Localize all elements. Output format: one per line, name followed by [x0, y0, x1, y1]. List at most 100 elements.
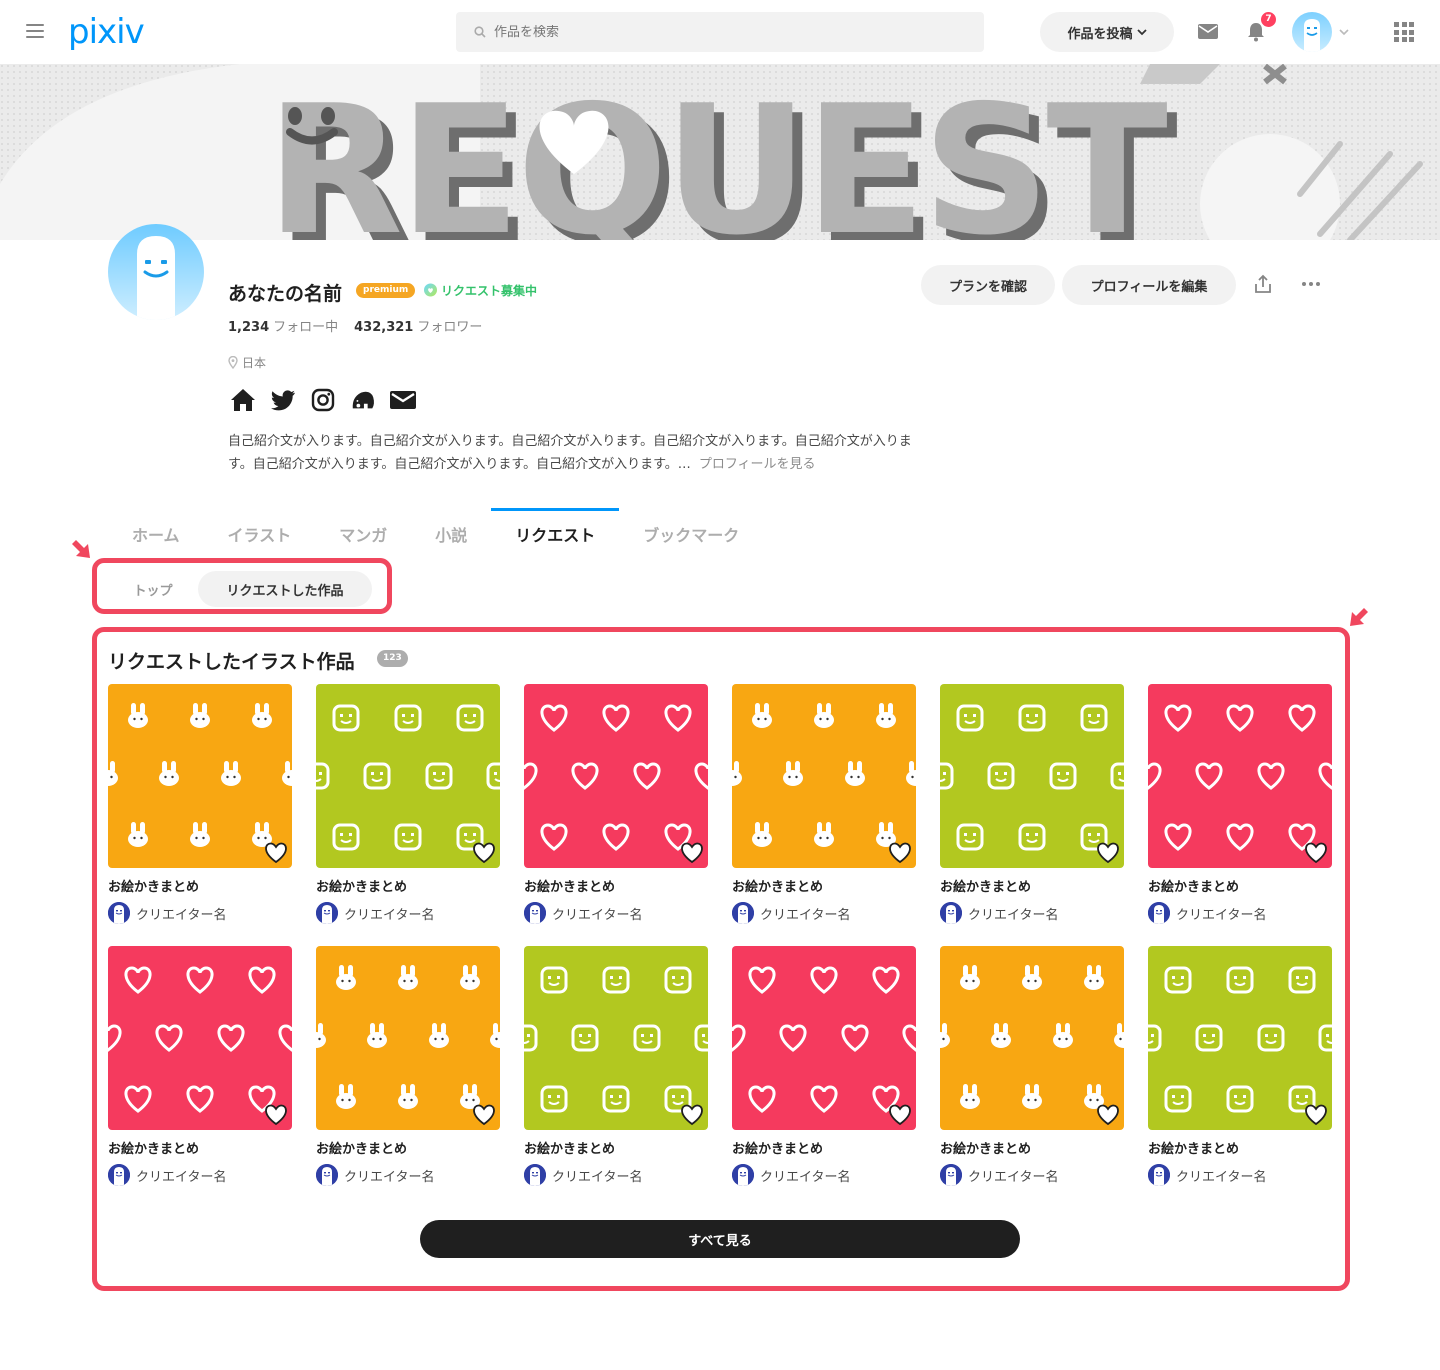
tab-request[interactable]: リクエスト: [491, 508, 620, 558]
twitter-icon[interactable]: [270, 387, 296, 413]
request-status-label: リクエスト募集中: [441, 284, 538, 298]
work-card[interactable]: お絵かきまとめ クリエイター名: [524, 684, 708, 924]
heart-like-icon[interactable]: [680, 1104, 704, 1126]
location: 日本: [228, 354, 266, 371]
see-all-button[interactable]: すべて見る: [420, 1220, 1020, 1258]
work-thumbnail[interactable]: [524, 946, 708, 1130]
heart-like-icon[interactable]: [1304, 842, 1328, 864]
creator-link[interactable]: クリエイター名: [732, 1164, 916, 1186]
work-title[interactable]: お絵かきまとめ: [940, 1138, 1124, 1157]
menu-icon[interactable]: [26, 24, 44, 40]
creator-link[interactable]: クリエイター名: [940, 902, 1124, 924]
top-header: pixiv 作品を投稿 7: [0, 0, 1440, 64]
creator-link[interactable]: クリエイター名: [524, 902, 708, 924]
subtab-requested-works[interactable]: リクエストした作品: [198, 571, 372, 607]
request-status[interactable]: リクエスト募集中: [423, 282, 537, 299]
work-thumbnail[interactable]: [524, 684, 708, 868]
work-title[interactable]: お絵かきまとめ: [108, 876, 292, 895]
work-card[interactable]: お絵かきまとめ クリエイター名: [940, 684, 1124, 924]
more-options-icon[interactable]: [1302, 282, 1320, 286]
work-title[interactable]: お絵かきまとめ: [524, 1138, 708, 1157]
creator-name: クリエイター名: [968, 907, 1059, 923]
work-card[interactable]: お絵かきまとめ クリエイター名: [732, 946, 916, 1186]
followers-link[interactable]: 432,321 フォロワー: [354, 316, 482, 335]
work-thumbnail[interactable]: [940, 684, 1124, 868]
heart-like-icon[interactable]: [472, 842, 496, 864]
followers-label: フォロワー: [417, 320, 483, 335]
work-thumbnail[interactable]: [108, 684, 292, 868]
work-card[interactable]: お絵かきまとめ クリエイター名: [1148, 684, 1332, 924]
work-thumbnail[interactable]: [1148, 684, 1332, 868]
apps-icon[interactable]: [1394, 22, 1414, 42]
work-title[interactable]: お絵かきまとめ: [1148, 876, 1332, 895]
tab-home[interactable]: ホーム: [108, 508, 204, 558]
profile-avatar[interactable]: [108, 224, 204, 320]
work-title[interactable]: お絵かきまとめ: [732, 1138, 916, 1157]
work-thumbnail[interactable]: [316, 684, 500, 868]
work-card[interactable]: お絵かきまとめ クリエイター名: [316, 946, 500, 1186]
work-card[interactable]: お絵かきまとめ クリエイター名: [1148, 946, 1332, 1186]
creator-link[interactable]: クリエイター名: [1148, 902, 1332, 924]
tab-bookmark[interactable]: ブックマーク: [619, 508, 763, 558]
creator-link[interactable]: クリエイター名: [940, 1164, 1124, 1186]
work-card[interactable]: お絵かきまとめ クリエイター名: [524, 946, 708, 1186]
mail-icon[interactable]: [390, 387, 416, 413]
work-thumbnail[interactable]: [316, 946, 500, 1130]
creator-link[interactable]: クリエイター名: [524, 1164, 708, 1186]
chevron-down-icon[interactable]: [1339, 29, 1349, 36]
work-thumbnail[interactable]: [732, 684, 916, 868]
mastodon-icon[interactable]: [350, 387, 376, 413]
heart-like-icon[interactable]: [264, 1104, 288, 1126]
creator-link[interactable]: クリエイター名: [316, 1164, 500, 1186]
work-title[interactable]: お絵かきまとめ: [1148, 1138, 1332, 1157]
tab-illust[interactable]: イラスト: [204, 508, 316, 558]
work-thumbnail[interactable]: [108, 946, 292, 1130]
work-card[interactable]: お絵かきまとめ クリエイター名: [940, 946, 1124, 1186]
work-title[interactable]: お絵かきまとめ: [524, 876, 708, 895]
creator-link[interactable]: クリエイター名: [316, 902, 500, 924]
work-title[interactable]: お絵かきまとめ: [316, 876, 500, 895]
user-avatar[interactable]: [1292, 12, 1332, 52]
creator-name: クリエイター名: [1176, 907, 1267, 923]
post-work-button[interactable]: 作品を投稿: [1040, 12, 1174, 52]
search-box[interactable]: [456, 12, 984, 52]
instagram-icon[interactable]: [310, 387, 336, 413]
heart-like-icon[interactable]: [1304, 1104, 1328, 1126]
work-card[interactable]: お絵かきまとめ クリエイター名: [108, 946, 292, 1186]
edit-profile-button[interactable]: プロフィールを編集: [1062, 265, 1236, 305]
work-card[interactable]: お絵かきまとめ クリエイター名: [732, 684, 916, 924]
heart-like-icon[interactable]: [264, 842, 288, 864]
tab-manga[interactable]: マンガ: [315, 508, 411, 558]
bell-icon[interactable]: [1247, 22, 1265, 42]
creator-link[interactable]: クリエイター名: [108, 902, 292, 924]
creator-link[interactable]: クリエイター名: [1148, 1164, 1332, 1186]
creator-link[interactable]: クリエイター名: [732, 902, 916, 924]
heart-like-icon[interactable]: [1096, 842, 1120, 864]
work-title[interactable]: お絵かきまとめ: [940, 876, 1124, 895]
share-icon[interactable]: [1254, 274, 1272, 294]
bio-more-link[interactable]: プロフィールを見る: [699, 457, 816, 472]
heart-like-icon[interactable]: [1096, 1104, 1120, 1126]
heart-like-icon[interactable]: [472, 1104, 496, 1126]
creator-avatar: [316, 902, 338, 924]
creator-link[interactable]: クリエイター名: [108, 1164, 292, 1186]
heart-like-icon[interactable]: [888, 1104, 912, 1126]
work-card[interactable]: お絵かきまとめ クリエイター名: [316, 684, 500, 924]
work-title[interactable]: お絵かきまとめ: [108, 1138, 292, 1157]
heart-like-icon[interactable]: [680, 842, 704, 864]
plan-button[interactable]: プランを確認: [921, 265, 1055, 305]
work-card[interactable]: お絵かきまとめ クリエイター名: [108, 684, 292, 924]
work-thumbnail[interactable]: [1148, 946, 1332, 1130]
heart-like-icon[interactable]: [888, 842, 912, 864]
following-link[interactable]: 1,234 フォロー中: [228, 316, 338, 335]
home-icon[interactable]: [230, 387, 256, 413]
work-title[interactable]: お絵かきまとめ: [732, 876, 916, 895]
subtab-top[interactable]: トップ: [108, 571, 198, 607]
work-thumbnail[interactable]: [732, 946, 916, 1130]
search-input[interactable]: [486, 24, 886, 40]
tab-novel[interactable]: 小説: [411, 508, 491, 558]
work-title[interactable]: お絵かきまとめ: [316, 1138, 500, 1157]
work-thumbnail[interactable]: [940, 946, 1124, 1130]
mail-icon[interactable]: [1198, 24, 1218, 39]
pixiv-logo[interactable]: pixiv: [68, 12, 145, 52]
